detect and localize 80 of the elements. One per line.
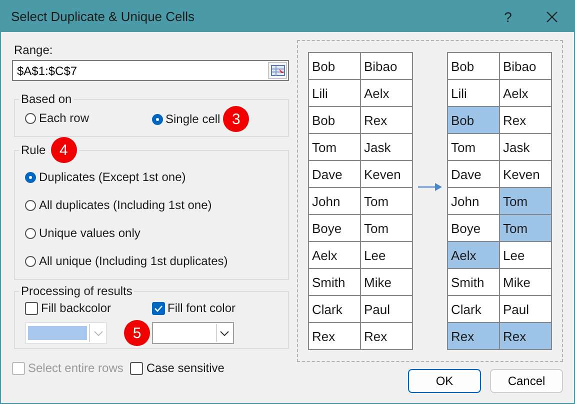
table-cell: Lee [500, 242, 552, 269]
radio-button[interactable] [25, 200, 36, 210]
table-cell: Bob [309, 53, 361, 80]
table-cell: Dave [309, 161, 361, 188]
table-cell: Lili [448, 80, 500, 107]
table-cell: Paul [361, 296, 413, 323]
table-cell: Aelx [448, 242, 500, 269]
table-cell: Jask [500, 134, 552, 161]
table-cell: Smith [448, 269, 500, 296]
table-cell: Mike [500, 269, 552, 296]
table-cell: Lili [309, 80, 361, 107]
chevron-icon [220, 330, 229, 336]
table-cell: Bibao [361, 53, 413, 80]
check-icon [154, 304, 162, 312]
table-cell: Dave [448, 161, 500, 188]
table-cell: Bob [448, 53, 500, 80]
table-cell: Clark [309, 296, 361, 323]
table-cell: Keven [500, 161, 552, 188]
range-label: Range: [14, 43, 54, 57]
table-cell: Tom [361, 188, 413, 215]
table-cell: Rex [500, 323, 552, 350]
radio-option[interactable]: All unique (Including 1st duplicates) [25, 247, 278, 275]
chevron-icon [94, 330, 102, 336]
table-cell: Rex [361, 107, 413, 134]
checkbox-option[interactable]: Fill font color [152, 298, 278, 318]
table-cell: Rex [309, 323, 361, 350]
radio-option[interactable]: Duplicates (Except 1st one) [25, 163, 278, 191]
table-cell: Tom [361, 215, 413, 242]
table-cell: Tom [500, 188, 552, 215]
checkbox-option[interactable]: Case sensitive [130, 359, 224, 377]
radio-button[interactable] [25, 256, 36, 266]
table-cell: Rex [361, 323, 413, 350]
step-badge: 5 [124, 320, 150, 346]
ok-button[interactable]: OK [408, 369, 481, 393]
table-cell: Lee [361, 242, 413, 269]
radio-button[interactable] [152, 114, 162, 124]
table-cell: Aelx [309, 242, 361, 269]
range-field[interactable]: $A$1:$C$7 [12, 60, 289, 81]
table-cell: Keven [361, 161, 413, 188]
radio-option[interactable]: Single cell [152, 107, 220, 131]
range-input[interactable]: $A$1:$C$7 [17, 64, 268, 78]
window-title: Select Duplicate & Unique Cells [11, 9, 196, 24]
close-icon [546, 10, 558, 22]
radio-option[interactable]: Unique values only [25, 219, 278, 247]
table-cell: Rex [500, 107, 552, 134]
radio-button[interactable] [25, 228, 36, 238]
radio-button[interactable] [25, 112, 36, 124]
radio-option[interactable]: Each row [25, 106, 90, 130]
group-title: Processing of results [20, 284, 134, 298]
table-cell: Mike [361, 269, 413, 296]
cancel-button[interactable]: Cancel [490, 369, 563, 393]
group-title: Based on [20, 92, 73, 106]
help-button[interactable]: ? [486, 1, 530, 32]
table-cell: John [448, 188, 500, 215]
table-cell: Boye [309, 215, 361, 242]
arrow-icon [418, 183, 442, 191]
table-cell: Rex [448, 323, 500, 350]
table-cell: Clark [448, 296, 500, 323]
table-cell: Boye [448, 215, 500, 242]
checkbox[interactable] [152, 302, 164, 314]
step-badge: 4 [50, 137, 77, 163]
color-dropdown[interactable] [152, 322, 234, 344]
table-cell: Tom [448, 134, 500, 161]
group-title: Rule [21, 143, 46, 157]
table-cell: Bibao [500, 53, 552, 80]
table-cell: Jask [361, 134, 413, 161]
table-cell: Smith [309, 269, 361, 296]
range-select-icon[interactable] [268, 62, 287, 79]
table-cell: Paul [500, 296, 552, 323]
table-cell: Bob [448, 107, 500, 134]
table-cell: Aelx [500, 80, 552, 107]
table-cell: Bob [309, 107, 361, 134]
radio-option[interactable]: All duplicates (Including 1st one) [25, 191, 278, 219]
table-cell: Tom [500, 215, 552, 242]
table-cell: John [309, 188, 361, 215]
table-cell: Tom [309, 134, 361, 161]
table-cell: Aelx [361, 80, 413, 107]
radio-button[interactable] [25, 172, 36, 182]
step-badge: 3 [223, 106, 250, 132]
checkbox[interactable] [130, 362, 144, 374]
